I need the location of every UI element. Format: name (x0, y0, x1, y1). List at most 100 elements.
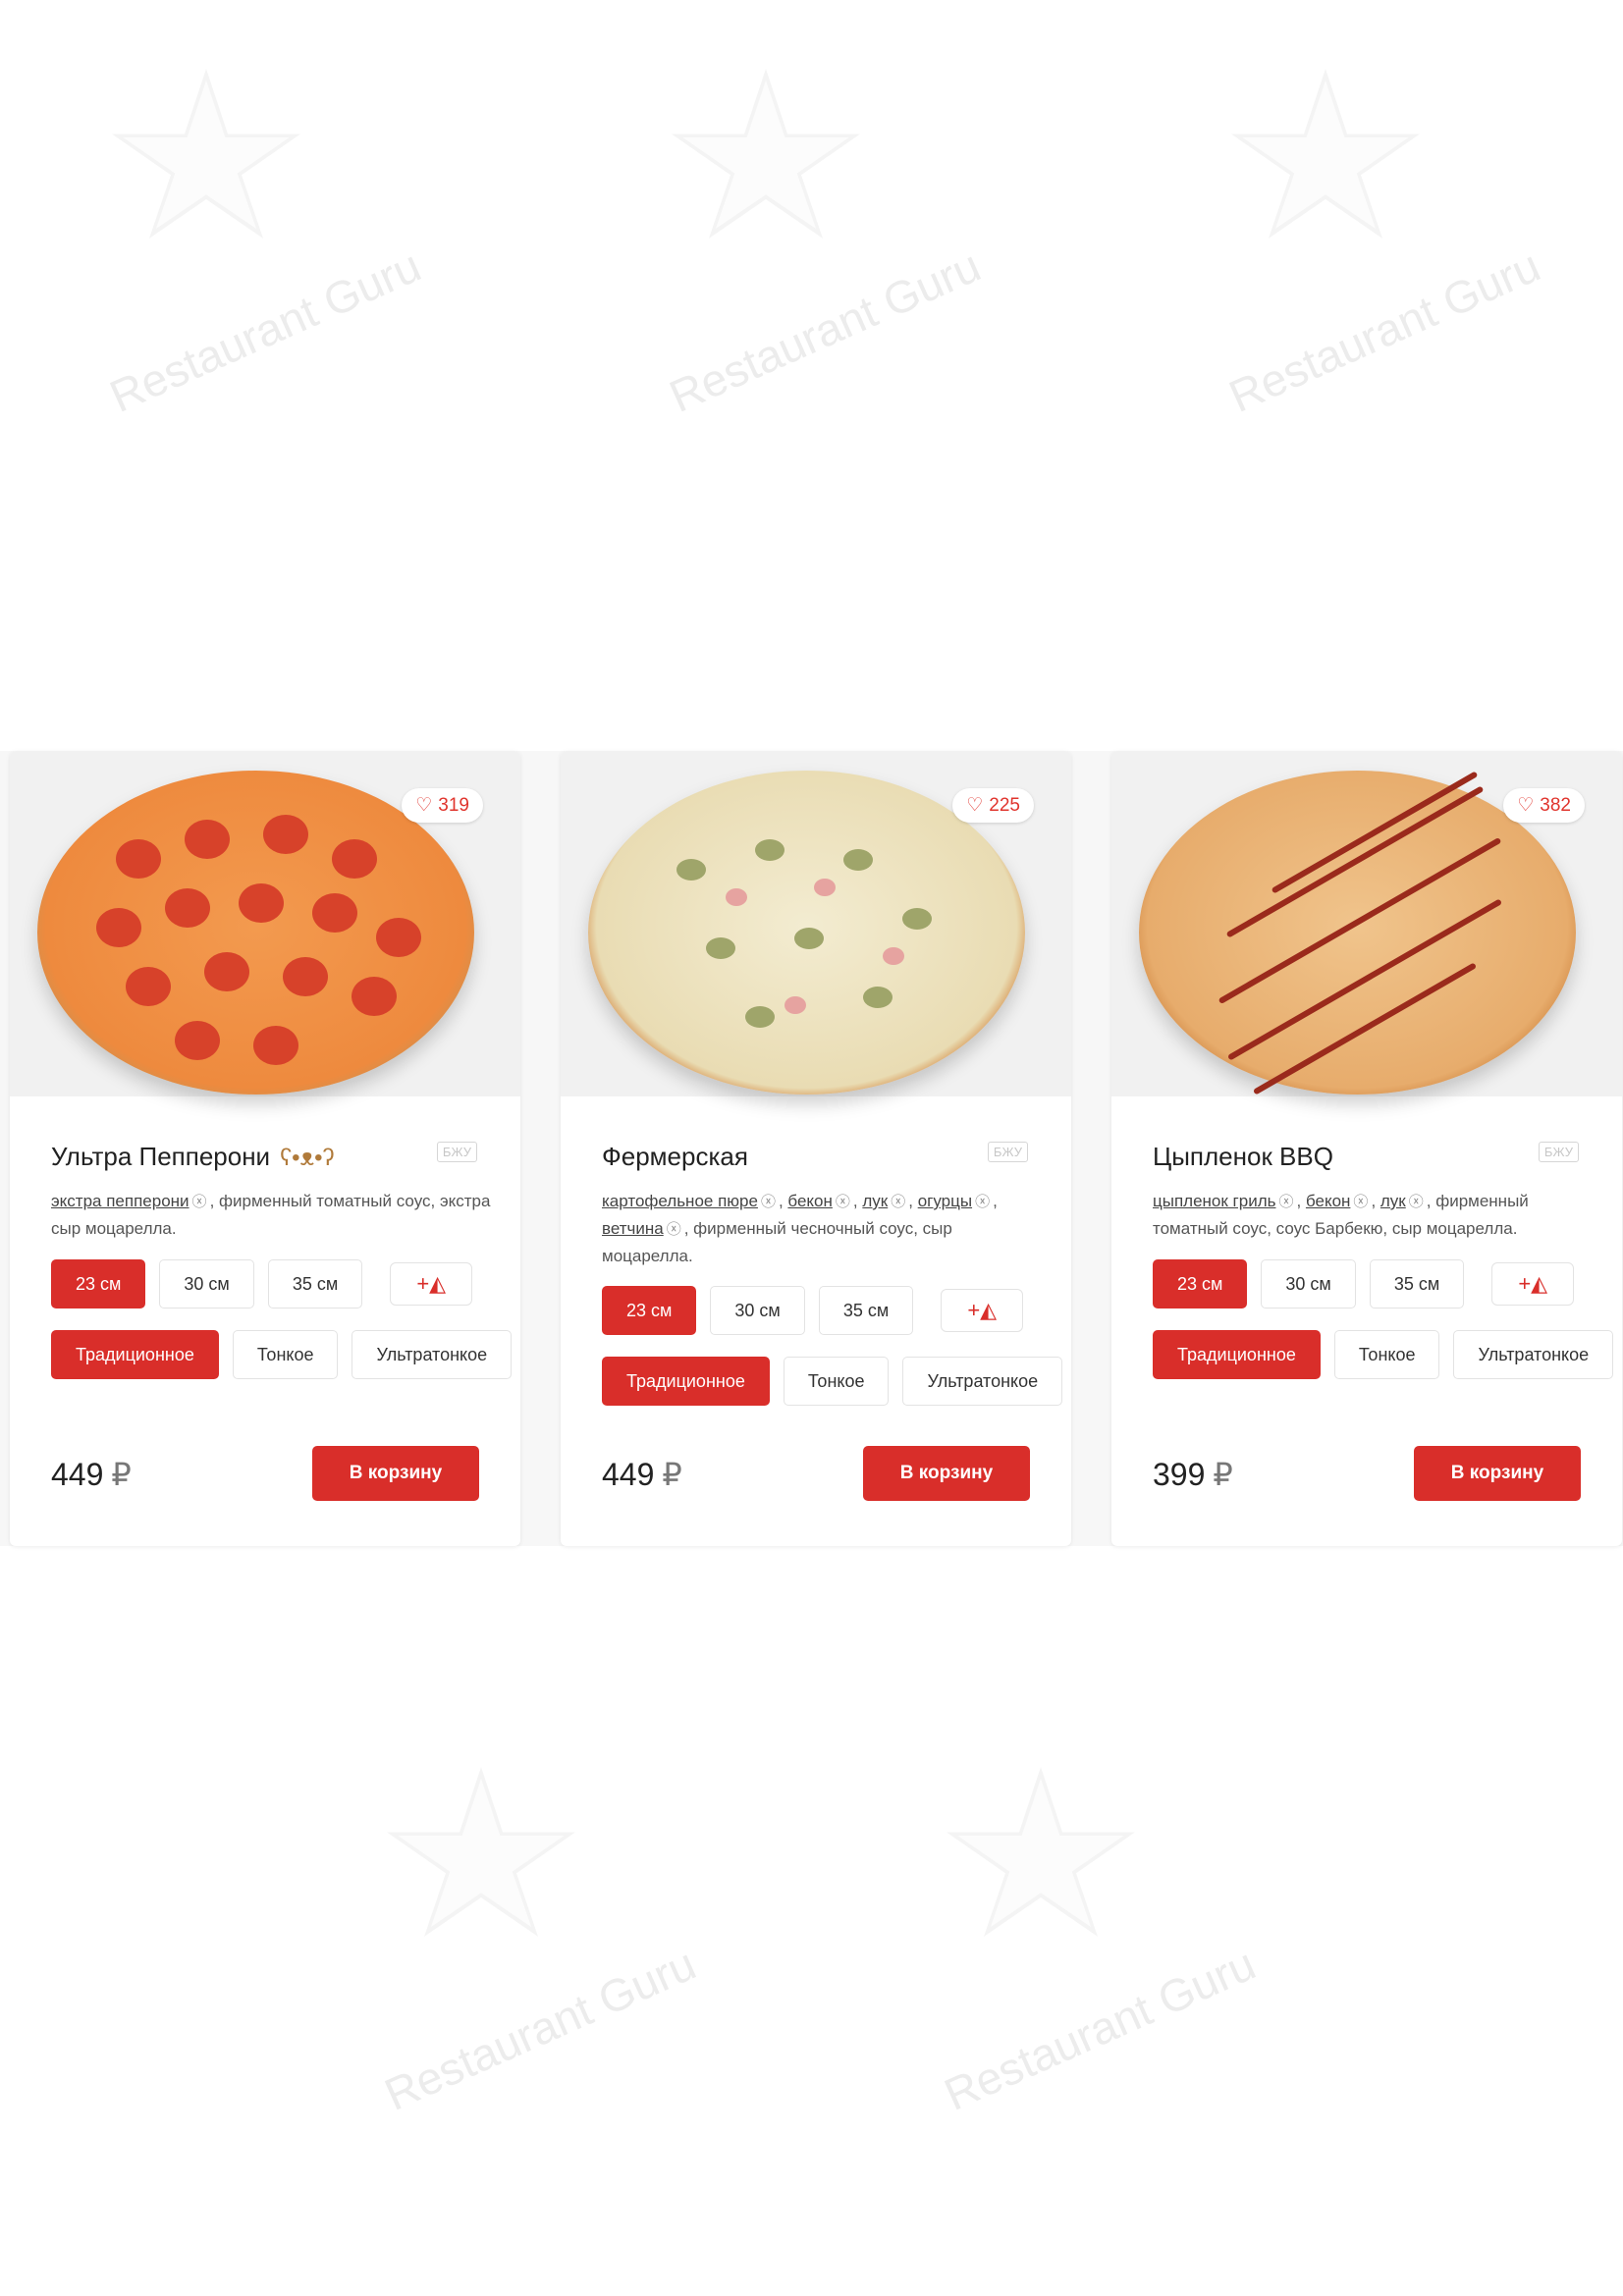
remove-ingredient-icon[interactable]: ⓧ (192, 1194, 207, 1210)
nutrition-button[interactable]: БЖУ (987, 1142, 1028, 1162)
dough-option-thin[interactable]: Тонкое (232, 1330, 339, 1379)
size-option-23[interactable]: 23 см (1153, 1259, 1248, 1308)
add-to-cart-button[interactable]: В корзину (863, 1446, 1030, 1501)
product-photo: ♡ 319 (10, 751, 520, 1096)
description-text: , (908, 1192, 918, 1210)
dough-option-ultrathin[interactable]: Ультратонкое (1453, 1330, 1614, 1379)
currency-symbol: ₽ (111, 1457, 132, 1492)
add-to-cart-button[interactable]: В корзину (312, 1446, 479, 1501)
remove-ingredient-icon[interactable]: ⓧ (891, 1194, 905, 1210)
watermark-star-icon (387, 1767, 575, 1937)
like-counter[interactable]: ♡ 225 (952, 788, 1034, 823)
ingredient-link[interactable]: ветчина (602, 1219, 664, 1238)
like-count: 319 (438, 795, 469, 816)
product-title: Фермерская (602, 1142, 748, 1171)
watermark: Restaurant Guru (893, 1757, 1267, 2130)
ingredient-link[interactable]: экстра пепперони (51, 1192, 189, 1210)
nutrition-button[interactable]: БЖУ (1538, 1142, 1579, 1162)
product-card: ♡ 382 Цыпленок BBQ БЖУ цыпленок гриль ⓧ, б… (1111, 751, 1622, 1546)
like-count: 382 (1540, 795, 1571, 816)
like-count: 225 (989, 795, 1020, 816)
add-to-cart-button[interactable]: В корзину (1414, 1446, 1581, 1501)
size-selector: 23 см 30 см 35 см +◭ (602, 1286, 1024, 1335)
size-selector: 23 см 30 см 35 см +◭ (51, 1259, 473, 1308)
watermark-text: Restaurant Guru (102, 240, 428, 422)
remove-ingredient-icon[interactable]: ⓧ (667, 1221, 681, 1238)
ingredient-link[interactable]: бекон (1306, 1192, 1350, 1210)
add-toppings-button[interactable]: +◭ (941, 1289, 1024, 1332)
add-toppings-button[interactable]: +◭ (1491, 1262, 1575, 1306)
product-description: экстра пепперони ⓧ, фирменный томатный со… (51, 1188, 493, 1242)
product-description: цыпленок гриль ⓧ, бекон ⓧ, лук ⓧ, фирменный… (1153, 1188, 1595, 1242)
product-card: ♡ 319 Ультра Пепперони ʕ•ᴥ•ʔ БЖУ экстра пе… (10, 751, 520, 1546)
dough-selector: Традиционное Тонкое Ультратонкое (51, 1330, 513, 1379)
pizza-slice-plus-icon: +◭ (967, 1298, 998, 1322)
like-counter[interactable]: ♡ 382 (1503, 788, 1585, 823)
remove-ingredient-icon[interactable]: ⓧ (975, 1194, 990, 1210)
ingredient-link[interactable]: картофельное пюре (602, 1192, 758, 1210)
size-option-30[interactable]: 30 см (710, 1286, 805, 1335)
description-text: , (1371, 1192, 1380, 1210)
currency-symbol: ₽ (1213, 1457, 1233, 1492)
ingredient-link[interactable]: огурцы (918, 1192, 972, 1210)
product-title: Цыпленок BBQ (1153, 1142, 1333, 1171)
product-photo: ♡ 382 (1111, 751, 1622, 1096)
size-option-35[interactable]: 35 см (1369, 1259, 1465, 1308)
ingredient-link[interactable]: лук (862, 1192, 888, 1210)
remove-ingredient-icon[interactable]: ⓧ (1278, 1194, 1293, 1210)
ingredient-link[interactable]: лук (1380, 1192, 1406, 1210)
price-value: 399 (1153, 1457, 1206, 1492)
heart-icon: ♡ (1517, 795, 1535, 816)
description-text: , (778, 1192, 788, 1210)
pizza-slice-plus-icon: +◭ (416, 1271, 447, 1296)
dough-option-traditional[interactable]: Традиционное (602, 1357, 770, 1406)
product-name: Фермерская (602, 1142, 748, 1172)
product-name: Цыпленок BBQ (1153, 1142, 1333, 1172)
pizza-slice-plus-icon: +◭ (1518, 1271, 1548, 1296)
product-price: 449 ₽ (51, 1456, 132, 1493)
currency-symbol: ₽ (662, 1457, 682, 1492)
description-text: , (993, 1192, 998, 1210)
ingredient-link[interactable]: бекон (787, 1192, 832, 1210)
remove-ingredient-icon[interactable]: ⓧ (1409, 1194, 1424, 1210)
size-option-30[interactable]: 30 см (1261, 1259, 1356, 1308)
ingredient-link[interactable]: цыпленок гриль (1153, 1192, 1275, 1210)
product-price: 399 ₽ (1153, 1456, 1233, 1493)
size-option-35[interactable]: 35 см (818, 1286, 914, 1335)
dough-option-traditional[interactable]: Традиционное (51, 1330, 219, 1379)
nutrition-button[interactable]: БЖУ (436, 1142, 477, 1162)
watermark-text: Restaurant Guru (662, 240, 988, 422)
dough-option-ultrathin[interactable]: Ультратонкое (352, 1330, 513, 1379)
size-option-30[interactable]: 30 см (159, 1259, 254, 1308)
like-counter[interactable]: ♡ 319 (402, 788, 483, 823)
remove-ingredient-icon[interactable]: ⓧ (1353, 1194, 1368, 1210)
heart-icon: ♡ (415, 795, 433, 816)
dough-option-thin[interactable]: Тонкое (1333, 1330, 1440, 1379)
remove-ingredient-icon[interactable]: ⓧ (836, 1194, 850, 1210)
dough-option-ultrathin[interactable]: Ультратонкое (902, 1357, 1063, 1406)
remove-ingredient-icon[interactable]: ⓧ (761, 1194, 776, 1210)
dough-option-traditional[interactable]: Традиционное (1153, 1330, 1321, 1379)
watermark-text: Restaurant Guru (1221, 240, 1547, 422)
product-photo: ♡ 225 (561, 751, 1071, 1096)
size-option-35[interactable]: 35 см (267, 1259, 363, 1308)
dough-option-thin[interactable]: Тонкое (783, 1357, 890, 1406)
watermark-star-icon (672, 69, 860, 239)
size-option-23[interactable]: 23 см (51, 1259, 146, 1308)
product-description: картофельное пюре ⓧ, бекон ⓧ, лук ⓧ, огурцы… (602, 1188, 1044, 1269)
watermark-text: Restaurant Guru (377, 1938, 703, 2120)
dough-selector: Традиционное Тонкое Ультратонкое (602, 1357, 1063, 1406)
size-option-23[interactable]: 23 см (602, 1286, 697, 1335)
watermark: Restaurant Guru (59, 59, 432, 432)
watermark: Restaurant Guru (334, 1757, 707, 2130)
price-value: 449 (602, 1457, 655, 1492)
price-value: 449 (51, 1457, 104, 1492)
watermark: Restaurant Guru (619, 59, 992, 432)
watermark-star-icon (1231, 69, 1420, 239)
product-name: Ультра Пепперони ʕ•ᴥ•ʔ (51, 1142, 334, 1172)
add-toppings-button[interactable]: +◭ (390, 1262, 473, 1306)
description-text: , (852, 1192, 863, 1210)
product-card: ♡ 225 Фермерская БЖУ картофельное пюре ⓧ, … (561, 751, 1071, 1546)
heart-icon: ♡ (966, 795, 984, 816)
size-selector: 23 см 30 см 35 см +◭ (1153, 1259, 1575, 1308)
